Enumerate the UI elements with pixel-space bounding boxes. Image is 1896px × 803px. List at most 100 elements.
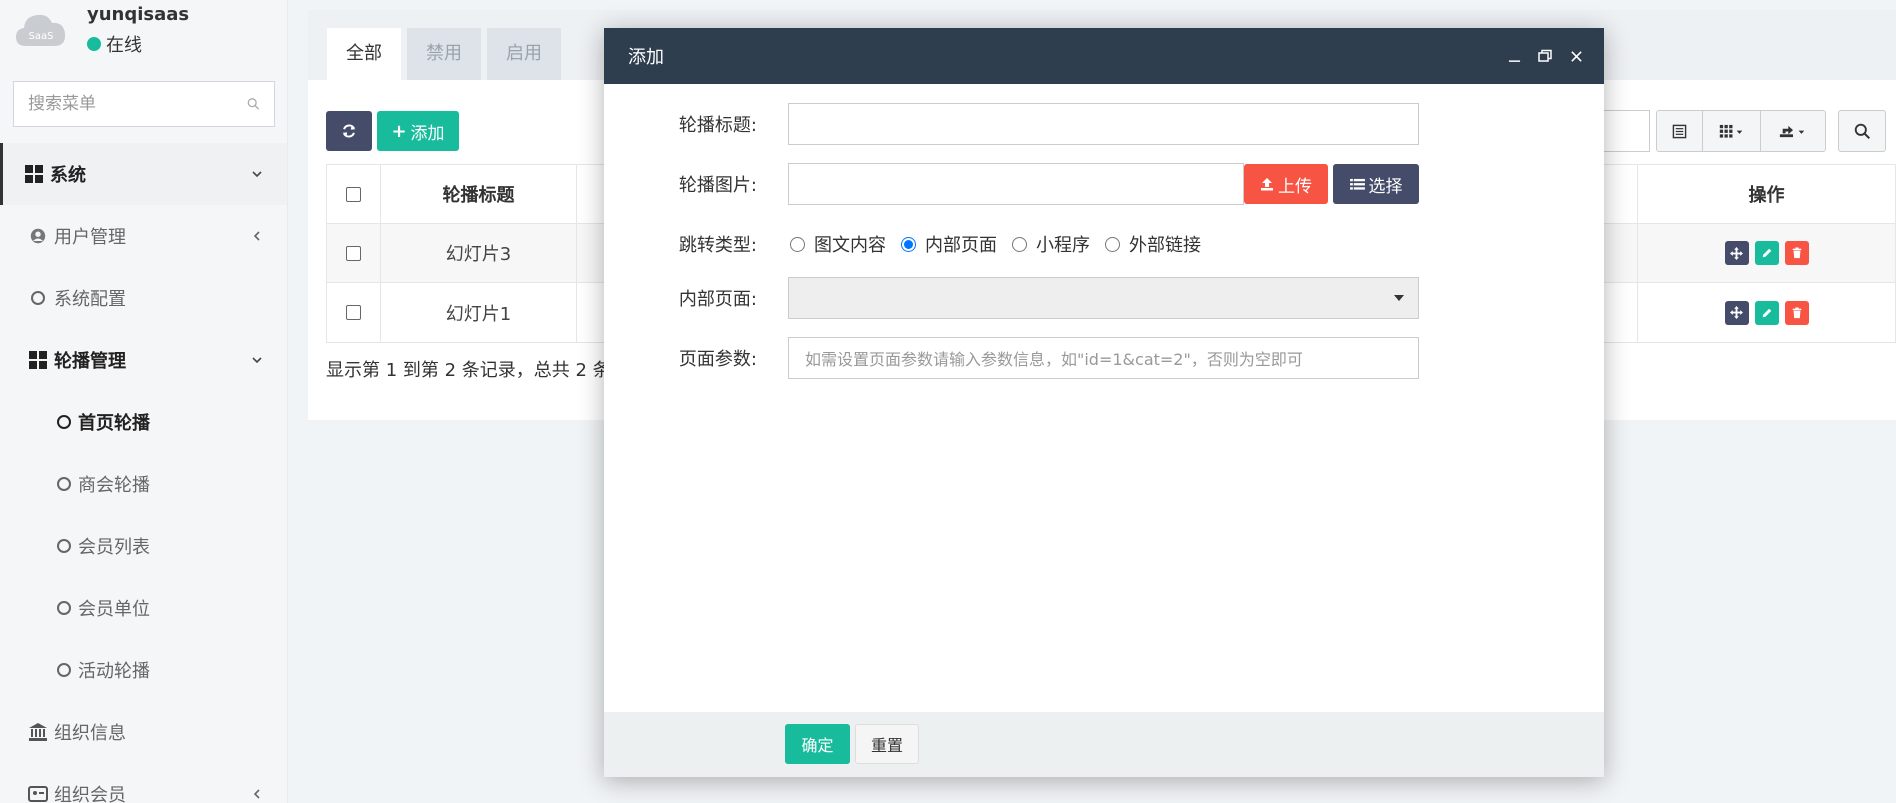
jump-type-radio-group: 图文内容 内部页面 小程序 外部链接 (790, 231, 1216, 257)
title-input[interactable] (788, 103, 1419, 145)
user-name: yunqisaas (87, 4, 190, 25)
radio-rich-content[interactable]: 图文内容 (790, 231, 886, 257)
radio-label: 图文内容 (814, 235, 886, 256)
list-alt-icon (1672, 124, 1687, 138)
sidebar-menu: 系统 用户管理 系统配置 轮播管理 首页轮播 商会轮播 会员列表 会员单位 活动… (0, 143, 287, 803)
sidebar-item-users[interactable]: 用户管理 (0, 205, 287, 267)
table-search-button[interactable] (1838, 110, 1886, 152)
sidebar-item-org-info[interactable]: 组织信息 (0, 701, 287, 763)
export-icon (1779, 125, 1805, 137)
form-row-image: 轮播图片: 上传 选择 (604, 163, 1604, 205)
sidebar-item-org-members[interactable]: 组织会员 (0, 763, 287, 803)
edit-button[interactable] (1754, 300, 1779, 325)
sidebar-item-member-unit[interactable]: 会员单位 (0, 577, 287, 639)
sidebar-item-chamber-carousel[interactable]: 商会轮播 (0, 453, 287, 515)
header-ops: 操作 (1637, 165, 1895, 223)
radio-button[interactable] (790, 236, 805, 252)
move-icon (1730, 246, 1743, 260)
pagination-info: 显示第 1 到第 2 条记录，总共 2 条记 (326, 360, 629, 381)
sidebar-item-label: 组织信息 (54, 723, 126, 744)
radio-internal-page[interactable]: 内部页面 (901, 231, 997, 257)
chevron-down-icon (252, 357, 262, 364)
radio-external-link[interactable]: 外部链接 (1105, 231, 1201, 257)
minimize-button[interactable] (1506, 48, 1522, 64)
internal-page-select[interactable] (788, 277, 1419, 319)
circle-icon (56, 662, 72, 678)
tool-group (1656, 110, 1826, 152)
search-icon[interactable] (247, 95, 260, 113)
trash-icon (1792, 307, 1801, 318)
export-button[interactable] (1761, 111, 1825, 151)
grid-icon (1719, 124, 1742, 138)
sidebar: SaaS yunqisaas 在线 系统 用户管理 (0, 0, 288, 803)
upload-icon (1261, 178, 1273, 191)
params-placeholder: 如需设置页面参数请输入参数信息，如"id=1&cat=2"，否则为空即可 (805, 350, 1303, 369)
sidebar-item-member-list[interactable]: 会员列表 (0, 515, 287, 577)
radio-button[interactable] (1012, 236, 1027, 252)
circle-icon (56, 600, 72, 616)
sidebar-item-label: 系统 (50, 165, 86, 186)
refresh-button[interactable] (326, 111, 372, 151)
user-circle-icon (28, 226, 48, 246)
edit-button[interactable] (1754, 241, 1779, 265)
tab-all[interactable]: 全部 (327, 28, 401, 80)
sidebar-item-home-carousel[interactable]: 首页轮播 (0, 391, 287, 453)
circle-icon (56, 538, 72, 554)
radio-mini-program[interactable]: 小程序 (1012, 231, 1090, 257)
user-status: 在线 (87, 31, 142, 57)
radio-label: 小程序 (1036, 235, 1090, 256)
select-all-checkbox[interactable] (346, 186, 361, 202)
sidebar-item-label: 组织会员 (54, 785, 126, 803)
menu-search-input[interactable] (28, 94, 247, 114)
online-dot-icon (87, 37, 101, 51)
image-label: 轮播图片: (678, 175, 757, 196)
row-checkbox[interactable] (346, 305, 361, 320)
jump-label: 跳转类型: (678, 235, 757, 256)
drag-button[interactable] (1724, 241, 1749, 265)
dialog-controls (1506, 28, 1584, 84)
row-checkbox[interactable] (346, 245, 361, 261)
menu-search (13, 81, 275, 127)
confirm-button[interactable]: 确定 (785, 724, 850, 764)
form-row-page: 内部页面: (604, 277, 1604, 319)
reset-button[interactable]: 重置 (855, 724, 919, 764)
chevron-left-icon (253, 789, 260, 799)
choose-label: 选择 (1368, 176, 1403, 197)
add-button[interactable]: + 添加 (377, 111, 459, 151)
sidebar-item-label: 会员单位 (78, 599, 150, 620)
drag-button[interactable] (1724, 300, 1749, 325)
columns-button[interactable] (1703, 111, 1761, 151)
radio-button[interactable] (1105, 236, 1120, 252)
table-search-input[interactable] (1598, 110, 1650, 152)
plus-icon: + (391, 120, 407, 142)
row-title: 幻灯片1 (381, 283, 577, 342)
radio-button[interactable] (901, 236, 916, 252)
restore-icon (1538, 49, 1552, 62)
add-dialog: 添加 轮播标题: 轮播图片: 上传 选择 跳转类型: 图文内容 内部页面 小程序… (604, 28, 1604, 777)
circle-icon (56, 476, 72, 492)
sidebar-item-config[interactable]: 系统配置 (0, 267, 287, 329)
sidebar-item-carousel[interactable]: 轮播管理 (0, 329, 287, 391)
delete-button[interactable] (1784, 300, 1809, 325)
bank-icon (28, 722, 48, 742)
delete-button[interactable] (1784, 241, 1809, 265)
tab-enabled[interactable]: 启用 (487, 28, 561, 80)
image-input[interactable] (788, 163, 1244, 205)
sidebar-item-activity-carousel[interactable]: 活动轮播 (0, 639, 287, 701)
sidebar-item-system[interactable]: 系统 (0, 143, 287, 205)
page-label: 内部页面: (678, 289, 757, 310)
sidebar-item-label: 轮播管理 (54, 351, 126, 372)
user-panel: SaaS yunqisaas 在线 (0, 0, 287, 66)
dialog-header[interactable]: 添加 (604, 28, 1604, 84)
refresh-icon (342, 124, 356, 138)
tab-disabled[interactable]: 禁用 (407, 28, 481, 80)
sidebar-item-label: 首页轮播 (78, 413, 150, 434)
caret-down-icon (1394, 295, 1404, 301)
params-input[interactable]: 如需设置页面参数请输入参数信息，如"id=1&cat=2"，否则为空即可 (788, 337, 1419, 379)
upload-button[interactable]: 上传 (1244, 164, 1328, 204)
close-icon (1570, 50, 1582, 62)
choose-button[interactable]: 选择 (1333, 164, 1419, 204)
maximize-button[interactable] (1537, 48, 1553, 64)
toggle-view-button[interactable] (1657, 111, 1703, 151)
close-button[interactable] (1568, 48, 1584, 64)
